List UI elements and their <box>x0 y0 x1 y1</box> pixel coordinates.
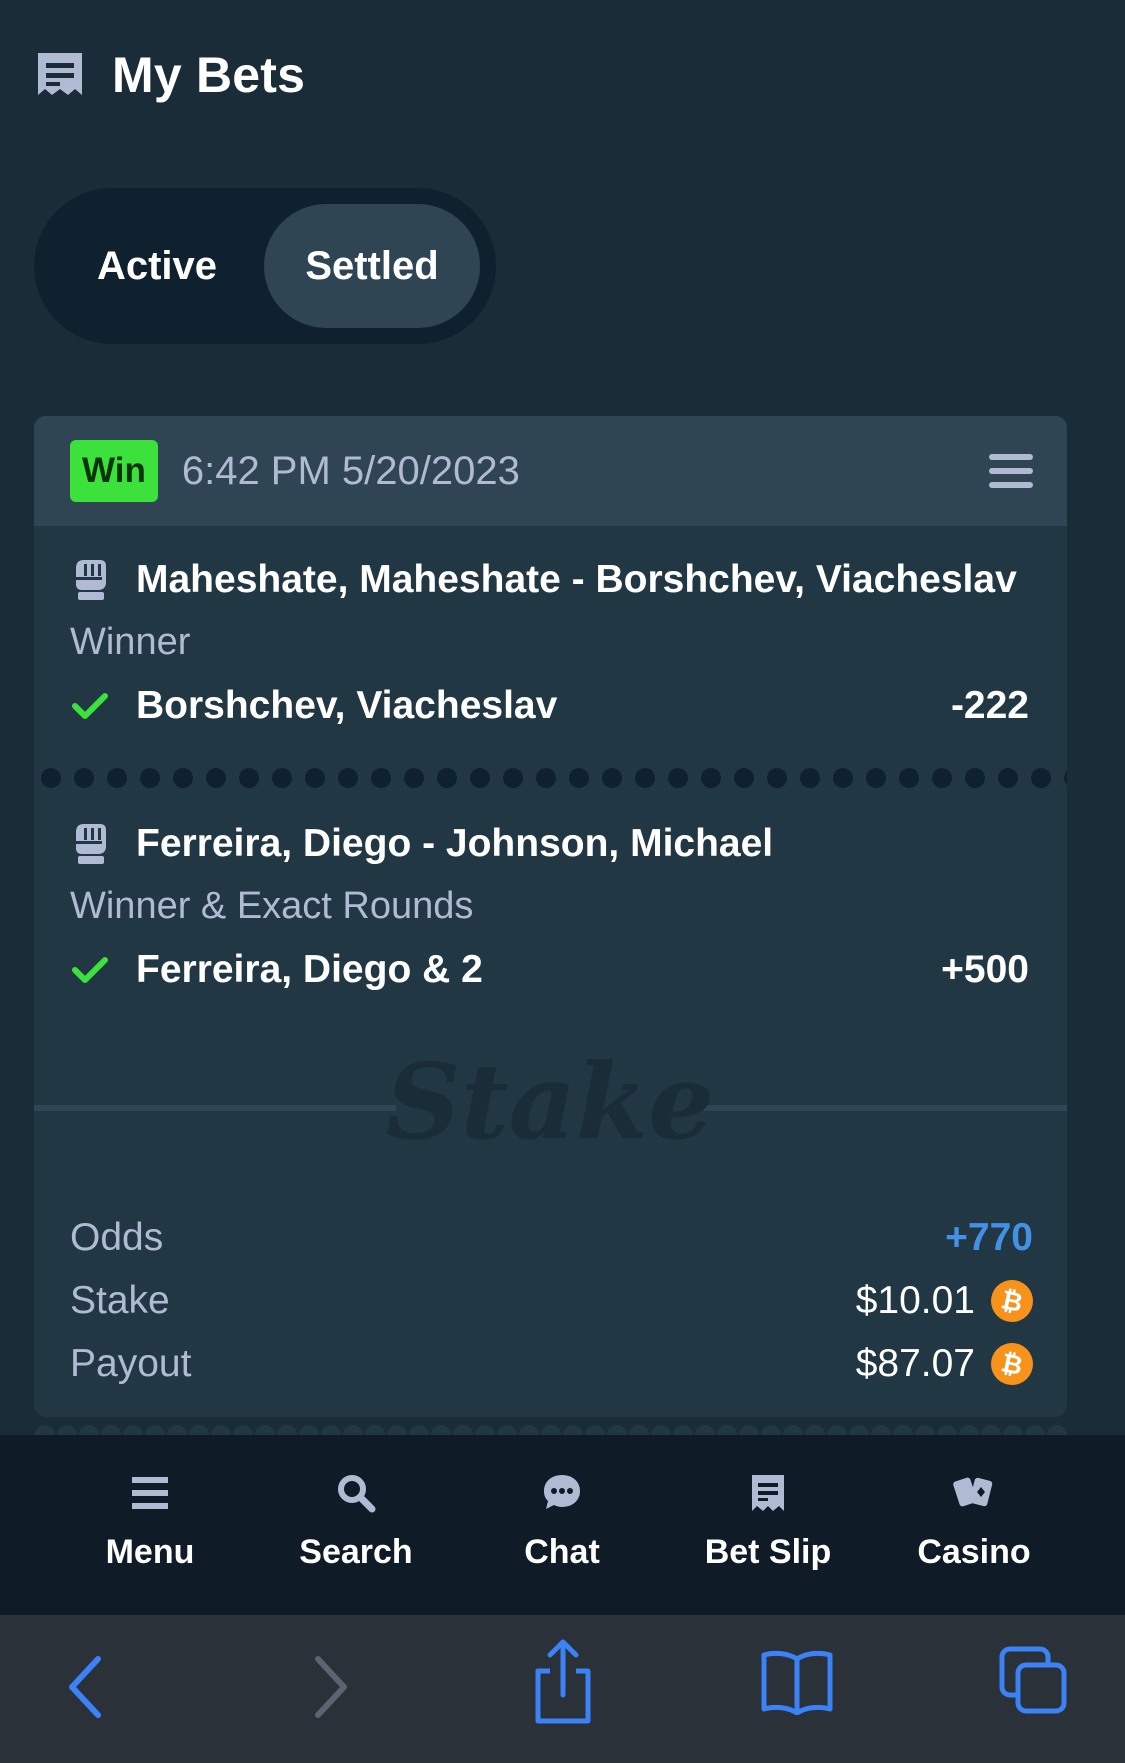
cards-icon <box>953 1477 993 1507</box>
market-name: Winner <box>70 621 191 663</box>
nav-label: Bet Slip <box>704 1533 832 1571</box>
payout-amount: $87.07 <box>855 1341 975 1385</box>
selection-name: Borshchev, Viacheslav <box>136 684 558 727</box>
forward-arrow-icon[interactable] <box>304 1647 354 1727</box>
check-icon <box>72 693 108 719</box>
tab-active[interactable]: Active <box>50 204 264 328</box>
bookmarks-icon[interactable] <box>760 1649 834 1715</box>
stake-watermark: Stake <box>34 1056 1067 1163</box>
page-header: My Bets <box>34 44 305 106</box>
nav-label: Chat <box>524 1533 600 1571</box>
nav-casino[interactable]: Casino <box>871 1435 1077 1615</box>
browser-toolbar <box>0 1615 1125 1763</box>
search-icon <box>338 1475 376 1513</box>
odds-label: Odds <box>70 1215 164 1259</box>
payout-label: Payout <box>70 1341 192 1385</box>
mma-glove-icon <box>76 560 106 600</box>
tab-settled[interactable]: Settled <box>264 204 480 328</box>
back-arrow-icon[interactable] <box>62 1647 112 1727</box>
share-icon[interactable] <box>528 1637 598 1727</box>
stake-logo-text: Stake <box>386 1056 715 1163</box>
nav-search[interactable]: Search <box>253 1435 459 1615</box>
chat-icon <box>544 1475 580 1509</box>
bet-leg: Maheshate, Maheshate - Borshchev, Viache… <box>34 526 1067 778</box>
mma-glove-icon <box>76 824 106 864</box>
status-badge: Win <box>70 440 158 502</box>
bet-leg: Ferreira, Diego - Johnson, Michael Winne… <box>34 790 1067 1042</box>
event-name: Ferreira, Diego - Johnson, Michael <box>136 822 774 865</box>
nav-label: Search <box>299 1533 413 1571</box>
nav-label: Casino <box>917 1533 1031 1571</box>
check-icon <box>72 957 108 983</box>
bet-slip-icon <box>38 53 82 95</box>
selection-odds: -222 <box>950 684 1029 727</box>
bitcoin-icon: ₿ <box>991 1342 1033 1385</box>
stake-label: Stake <box>70 1278 170 1322</box>
leg-separator <box>34 767 1067 789</box>
bitcoin-icon: ₿ <box>991 1279 1033 1322</box>
total-odds: +770 <box>945 1215 1033 1259</box>
bet-card-header: Win 6:42 PM 5/20/2023 <box>34 416 1067 526</box>
card-bottom-edge <box>34 1417 1067 1435</box>
bet-summary: Odds +770 Stake $10.01 ₿ Payout $87.07 ₿ <box>70 1206 1033 1395</box>
nav-menu[interactable]: Menu <box>47 1435 253 1615</box>
market-name: Winner & Exact Rounds <box>70 885 474 927</box>
nav-chat[interactable]: Chat <box>459 1435 665 1615</box>
selection-name: Ferreira, Diego & 2 <box>136 948 483 991</box>
bet-slip-icon <box>752 1475 784 1511</box>
selection-odds: +500 <box>941 948 1029 991</box>
details-menu-icon[interactable] <box>989 454 1033 488</box>
menu-icon <box>132 1477 168 1509</box>
page-title: My Bets <box>112 47 306 103</box>
bets-tab-switcher: Active Settled <box>34 188 496 344</box>
bottom-navigation: Menu Search Chat Bet Slip Casino <box>0 1435 1125 1615</box>
event-name: Maheshate, Maheshate - Borshchev, Viache… <box>136 558 1017 601</box>
stake-amount: $10.01 <box>855 1278 975 1322</box>
tabs-icon[interactable] <box>998 1645 1070 1717</box>
bet-card[interactable]: Win 6:42 PM 5/20/2023 Maheshate, Mahesha… <box>34 416 1067 1417</box>
bet-timestamp: 6:42 PM 5/20/2023 <box>181 448 520 493</box>
nav-label: Menu <box>105 1533 195 1571</box>
nav-bet-slip[interactable]: Bet Slip <box>665 1435 871 1615</box>
